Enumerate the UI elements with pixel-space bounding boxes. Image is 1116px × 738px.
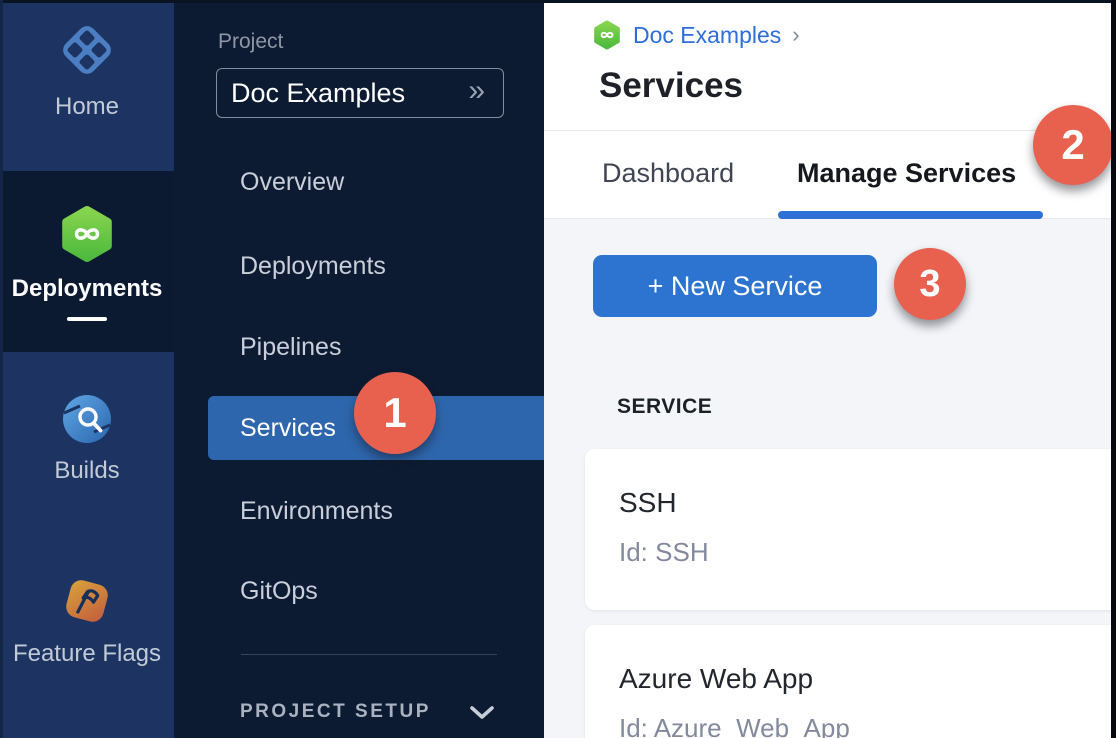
annotation-badge-2: 2 [1033, 105, 1113, 185]
sidebar-item-overview[interactable]: Overview [240, 165, 344, 199]
annotation-badge-3: 3 [894, 248, 966, 320]
sidebar-item-environments[interactable]: Environments [240, 494, 393, 528]
tab-dashboard[interactable]: Dashboard [602, 131, 734, 219]
window-left-edge [0, 0, 3, 738]
feature-flags-icon [59, 573, 115, 629]
service-id: Id: SSH [619, 537, 709, 568]
deployments-icon [58, 205, 116, 263]
service-card-azure-web-app[interactable]: Azure Web App Id: Azure_Web_App [585, 625, 1116, 738]
project-setup-label: PROJECT SETUP [240, 701, 431, 723]
builds-icon [61, 393, 113, 445]
active-module-indicator [67, 317, 107, 321]
service-card-ssh[interactable]: SSH Id: SSH [585, 449, 1116, 610]
home-icon [58, 21, 116, 79]
tab-bar: Dashboard Manage Services [544, 131, 1116, 219]
service-column-header: SERVICE [617, 395, 712, 419]
project-hexagon-icon [592, 20, 622, 50]
module-deployments[interactable]: Deployments [0, 205, 174, 303]
new-service-button[interactable]: + New Service [593, 255, 877, 317]
page-header: Doc Examples › Services [544, 0, 1116, 131]
module-rail: Home Deployments [0, 0, 174, 738]
annotation-badge-1: 1 [354, 372, 436, 454]
module-label: Home [0, 93, 174, 121]
module-builds[interactable]: Builds [0, 393, 174, 485]
sidebar-item-deployments[interactable]: Deployments [240, 249, 386, 283]
main-content: Doc Examples › Services Dashboard Manage… [544, 0, 1116, 738]
module-label: Feature Flags [0, 640, 174, 668]
sidebar-item-pipelines[interactable]: Pipelines [240, 330, 341, 364]
sidebar-item-services[interactable]: Services [240, 411, 336, 445]
chevron-down-icon [469, 705, 495, 720]
breadcrumb-project-link[interactable]: Doc Examples [633, 22, 781, 49]
active-tab-indicator [778, 211, 1043, 219]
tab-manage-services[interactable]: Manage Services [797, 131, 1016, 219]
module-label: Deployments [0, 275, 174, 303]
project-selector-value: Doc Examples [231, 78, 405, 109]
breadcrumb: Doc Examples › [592, 20, 800, 50]
service-name: Azure Web App [619, 663, 813, 695]
project-selector[interactable]: Doc Examples » [216, 68, 504, 118]
service-name: SSH [619, 487, 677, 519]
module-home[interactable]: Home [0, 21, 174, 121]
app-window: Home Deployments [0, 0, 1116, 738]
window-right-edge [1111, 0, 1116, 738]
module-feature-flags[interactable]: Feature Flags [0, 573, 174, 668]
sidebar-item-gitops[interactable]: GitOps [240, 574, 318, 608]
manage-services-panel: + New Service SERVICE SSH Id: SSH Azure … [544, 219, 1116, 738]
double-chevron-right-icon: » [468, 76, 485, 110]
project-section-label: Project [218, 30, 283, 54]
page-title: Services [599, 66, 743, 106]
sidebar-divider [241, 654, 497, 655]
project-setup-toggle[interactable]: PROJECT SETUP [240, 695, 495, 729]
module-label: Builds [0, 457, 174, 485]
project-sidebar: Project Doc Examples » Overview Deployme… [174, 0, 544, 738]
chevron-right-icon: › [792, 22, 799, 48]
window-top-edge [0, 0, 1116, 3]
service-id: Id: Azure_Web_App [619, 713, 850, 738]
